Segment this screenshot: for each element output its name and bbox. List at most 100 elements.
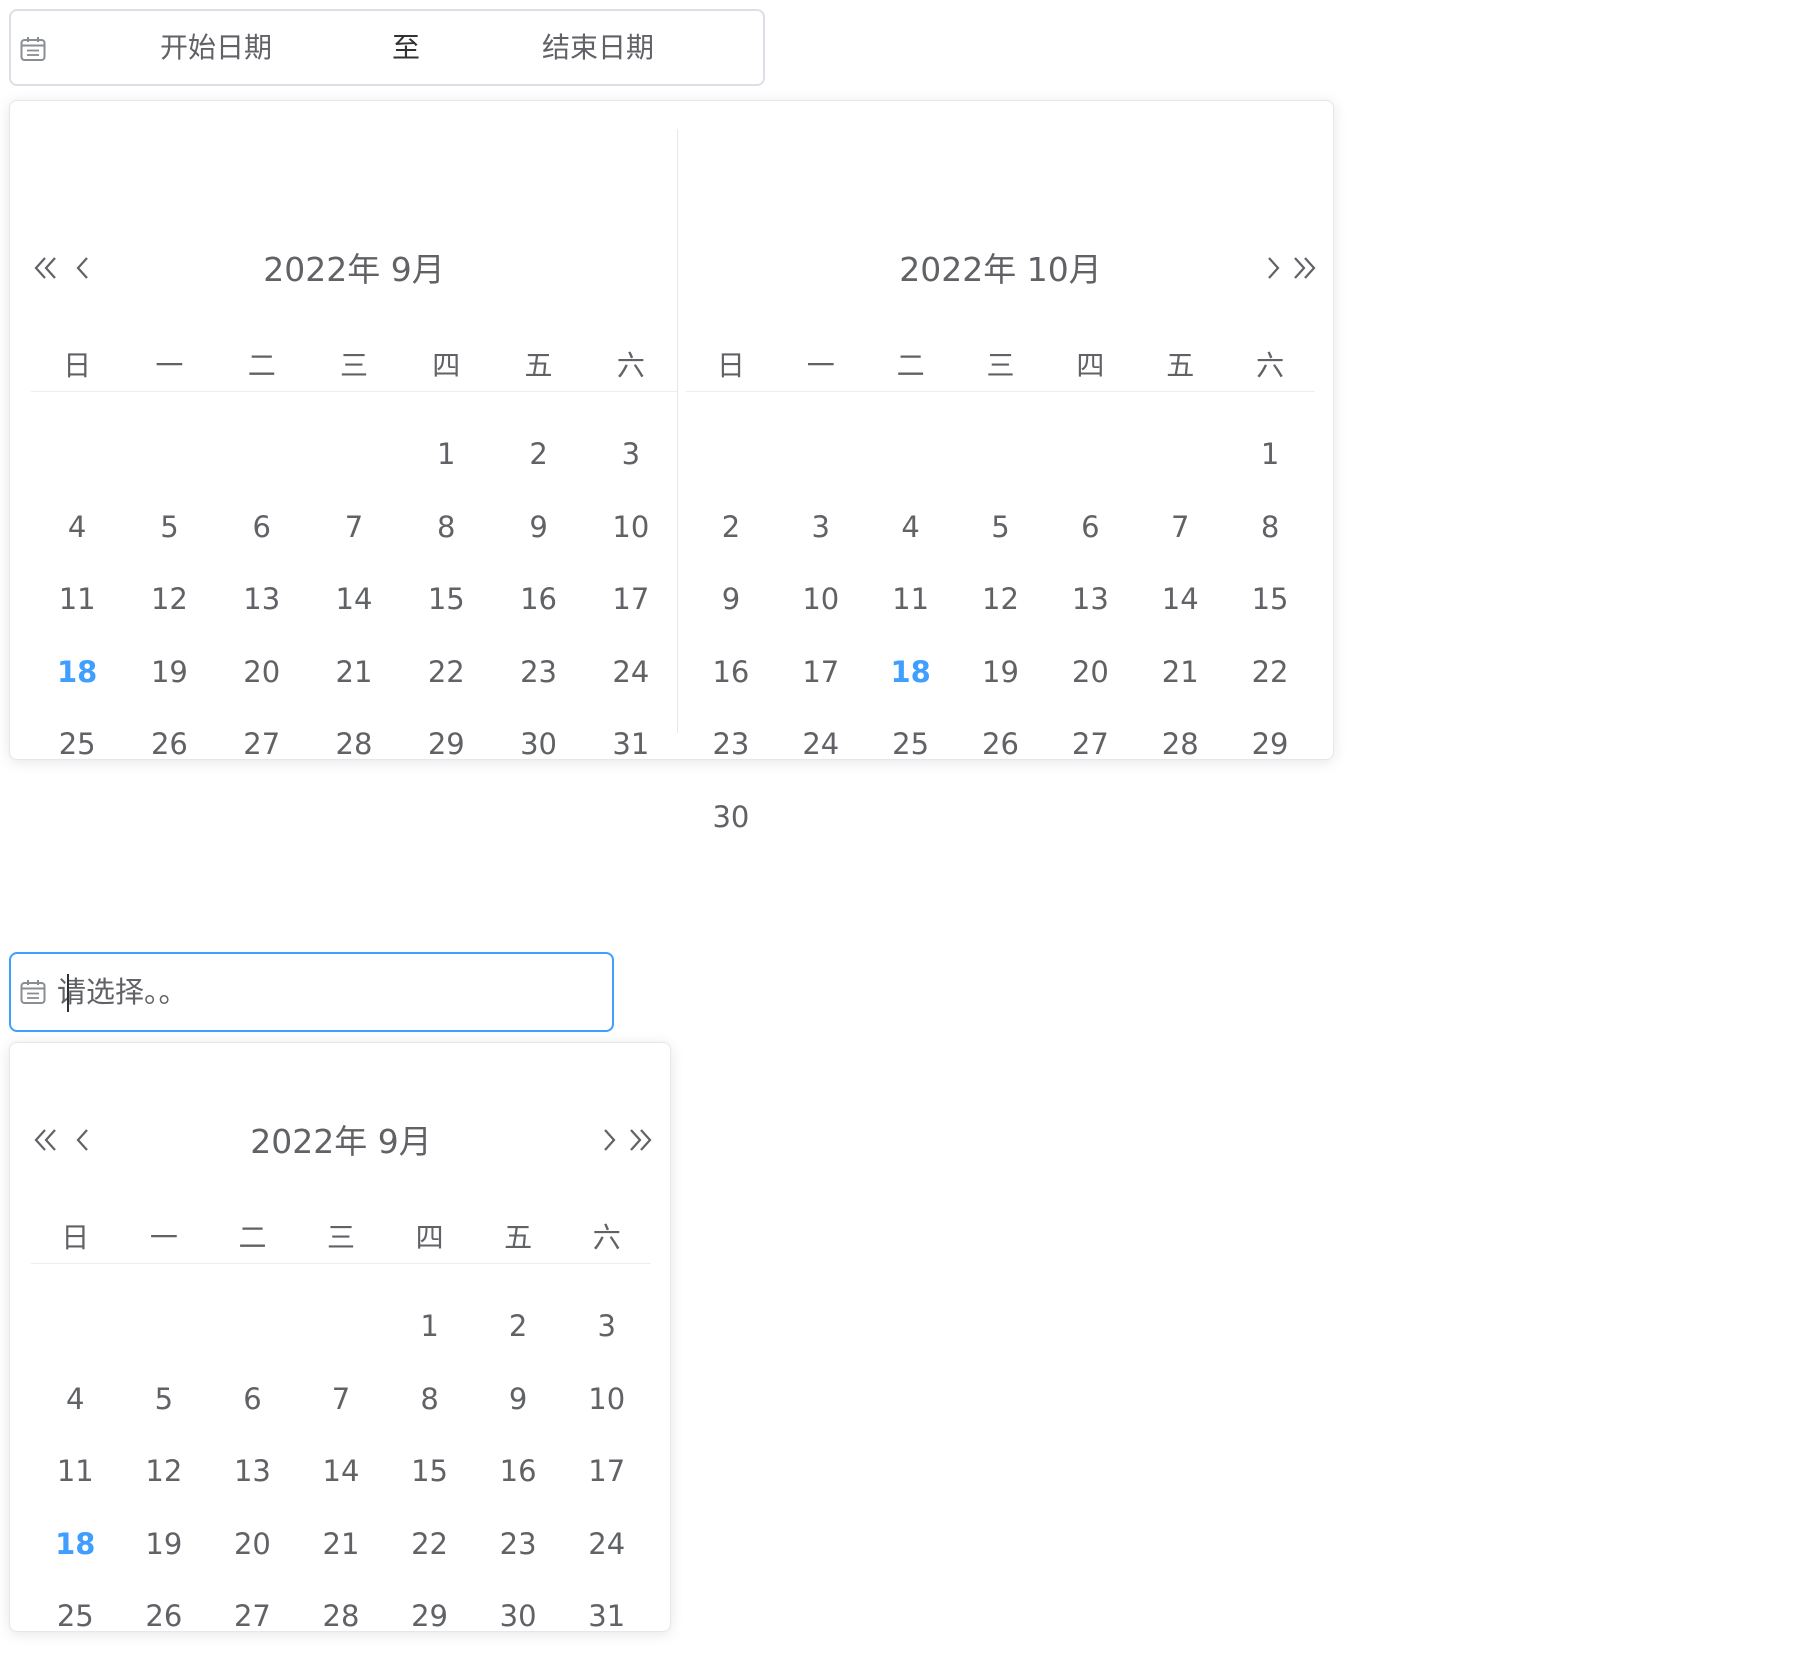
day-cell[interactable]: 8 — [1225, 491, 1315, 564]
day-cell[interactable]: 27 — [208, 1580, 297, 1653]
day-cell[interactable]: 10 — [562, 1363, 651, 1436]
day-cell-today[interactable]: 18 — [866, 636, 956, 709]
day-cell[interactable]: 6 — [216, 491, 308, 564]
day-cell[interactable]: 14 — [297, 1435, 386, 1508]
day-cell[interactable]: 9 — [474, 1363, 563, 1436]
day-cell[interactable]: 29 — [1225, 708, 1315, 781]
day-cell-today[interactable]: 18 — [31, 636, 123, 709]
day-cell[interactable]: 16 — [492, 563, 584, 636]
day-cell[interactable]: 10 — [585, 491, 677, 564]
day-cell[interactable]: 26 — [123, 708, 215, 781]
day-cell[interactable]: 13 — [208, 1435, 297, 1508]
day-cell[interactable]: 12 — [120, 1435, 209, 1508]
day-cell[interactable]: 11 — [31, 563, 123, 636]
day-cell[interactable]: 17 — [585, 563, 677, 636]
day-cell[interactable]: 6 — [1045, 491, 1135, 564]
day-cell[interactable]: 21 — [297, 1508, 386, 1581]
day-cell[interactable]: 24 — [562, 1508, 651, 1581]
day-cell[interactable]: 11 — [866, 563, 956, 636]
day-cell[interactable]: 28 — [308, 708, 400, 781]
day-cell[interactable]: 19 — [123, 636, 215, 709]
day-cell[interactable]: 20 — [216, 636, 308, 709]
day-cell[interactable]: 14 — [1135, 563, 1225, 636]
day-cell[interactable]: 2 — [474, 1290, 563, 1363]
day-cell[interactable]: 2 — [492, 418, 584, 491]
day-cell[interactable]: 7 — [297, 1363, 386, 1436]
day-cell[interactable]: 8 — [400, 491, 492, 564]
day-cell[interactable]: 1 — [385, 1290, 474, 1363]
date-text-field[interactable] — [57, 956, 577, 1028]
day-cell[interactable]: 25 — [866, 708, 956, 781]
day-cell[interactable]: 13 — [1045, 563, 1135, 636]
end-date-field[interactable]: 结束日期 — [493, 11, 703, 84]
day-cell[interactable]: 7 — [308, 491, 400, 564]
day-cell[interactable]: 16 — [474, 1435, 563, 1508]
day-cell[interactable]: 12 — [123, 563, 215, 636]
day-cell[interactable]: 28 — [1135, 708, 1225, 781]
day-cell[interactable]: 19 — [956, 636, 1046, 709]
day-cell[interactable]: 12 — [956, 563, 1046, 636]
day-cell[interactable]: 4 — [866, 491, 956, 564]
day-cell[interactable]: 9 — [492, 491, 584, 564]
day-cell[interactable]: 17 — [776, 636, 866, 709]
day-cell[interactable]: 4 — [31, 491, 123, 564]
day-cell[interactable]: 5 — [123, 491, 215, 564]
day-cell[interactable]: 22 — [1225, 636, 1315, 709]
day-cell[interactable]: 24 — [776, 708, 866, 781]
day-cell[interactable]: 20 — [208, 1508, 297, 1581]
day-cell[interactable]: 9 — [686, 563, 776, 636]
day-cell[interactable]: 23 — [686, 708, 776, 781]
day-cell[interactable]: 30 — [492, 708, 584, 781]
day-cell[interactable]: 31 — [562, 1580, 651, 1653]
next-year-icon[interactable] — [1289, 253, 1319, 283]
day-cell[interactable]: 1 — [400, 418, 492, 491]
day-cell[interactable]: 31 — [585, 708, 677, 781]
day-cell[interactable]: 5 — [956, 491, 1046, 564]
next-month-icon[interactable] — [1257, 253, 1287, 283]
day-cell[interactable]: 29 — [400, 708, 492, 781]
day-cell[interactable]: 6 — [208, 1363, 297, 1436]
day-cell[interactable]: 13 — [216, 563, 308, 636]
day-cell[interactable]: 15 — [400, 563, 492, 636]
day-cell[interactable]: 10 — [776, 563, 866, 636]
day-cell[interactable]: 30 — [474, 1580, 563, 1653]
day-cell[interactable]: 4 — [31, 1363, 120, 1436]
day-cell[interactable]: 19 — [120, 1508, 209, 1581]
day-cell[interactable]: 23 — [492, 636, 584, 709]
day-cell[interactable]: 20 — [1045, 636, 1135, 709]
next-year-icon[interactable] — [625, 1125, 655, 1155]
day-cell[interactable]: 5 — [120, 1363, 209, 1436]
date-input[interactable] — [9, 952, 614, 1032]
day-cell[interactable]: 3 — [562, 1290, 651, 1363]
day-cell[interactable]: 30 — [686, 781, 776, 854]
day-cell[interactable]: 21 — [1135, 636, 1225, 709]
day-cell[interactable]: 24 — [585, 636, 677, 709]
day-cell[interactable]: 17 — [562, 1435, 651, 1508]
day-cell[interactable]: 2 — [686, 491, 776, 564]
day-cell[interactable]: 1 — [1225, 418, 1315, 491]
day-cell[interactable]: 26 — [120, 1580, 209, 1653]
day-cell[interactable]: 11 — [31, 1435, 120, 1508]
day-cell[interactable]: 8 — [385, 1363, 474, 1436]
day-cell[interactable]: 7 — [1135, 491, 1225, 564]
day-cell[interactable]: 25 — [31, 708, 123, 781]
day-cell[interactable]: 3 — [776, 491, 866, 564]
day-cell[interactable]: 15 — [385, 1435, 474, 1508]
day-cell[interactable]: 22 — [400, 636, 492, 709]
day-cell[interactable]: 15 — [1225, 563, 1315, 636]
day-cell[interactable]: 16 — [686, 636, 776, 709]
start-date-field[interactable]: 开始日期 — [111, 11, 321, 84]
day-cell[interactable]: 22 — [385, 1508, 474, 1581]
day-cell[interactable]: 3 — [585, 418, 677, 491]
day-cell[interactable]: 23 — [474, 1508, 563, 1581]
day-cell[interactable]: 21 — [308, 636, 400, 709]
day-cell[interactable]: 27 — [216, 708, 308, 781]
day-cell[interactable]: 27 — [1045, 708, 1135, 781]
day-cell-today[interactable]: 18 — [31, 1508, 120, 1581]
date-range-input[interactable]: 开始日期 至 结束日期 — [9, 9, 765, 86]
day-cell[interactable]: 28 — [297, 1580, 386, 1653]
day-cell[interactable]: 26 — [956, 708, 1046, 781]
day-cell[interactable]: 25 — [31, 1580, 120, 1653]
day-cell[interactable]: 29 — [385, 1580, 474, 1653]
next-month-icon[interactable] — [593, 1125, 623, 1155]
